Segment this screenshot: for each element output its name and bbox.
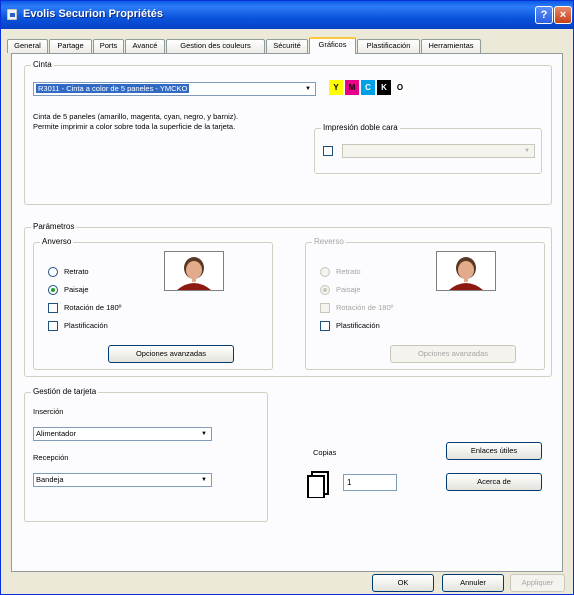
panel-swatch-y: Y [329, 80, 343, 95]
back-retrato-label: Retrato [336, 267, 361, 276]
panel-swatch-m: M [345, 80, 359, 95]
back-preview-image [436, 251, 496, 291]
cinta-legend: Cinta [31, 60, 54, 69]
front-preview-image [164, 251, 224, 291]
anverso-legend: Anverso [40, 237, 74, 246]
recepcion-select[interactable]: Bandeja ▼ [33, 473, 212, 487]
printer-icon [7, 9, 17, 20]
copies-input[interactable]: 1 [343, 474, 397, 491]
back-plastificacion-label: Plastificación [336, 321, 380, 330]
apply-button[interactable]: Appliquer [510, 574, 565, 592]
back-retrato-radio[interactable] [320, 267, 330, 277]
duplex-group: Impresión doble cara ▼ [314, 123, 542, 174]
ok-button[interactable]: OK [372, 574, 434, 592]
help-button[interactable]: ? [535, 6, 553, 24]
front-rotation-checkbox[interactable] [48, 303, 58, 313]
properties-window: Evolis Securion Propriétés ? × General P… [0, 0, 574, 595]
title-bar[interactable]: Evolis Securion Propriétés ? × [1, 1, 573, 29]
ribbon-description-2: Permite imprimir a color sobre toda la s… [33, 122, 236, 131]
ribbon-description-1: Cinta de 5 paneles (amarillo, magenta, c… [33, 112, 239, 121]
insercion-label: Inserción [33, 407, 64, 416]
chevron-down-icon: ▼ [201, 477, 207, 483]
tab-panel: Cinta R3011 - Cinta a color de 5 paneles… [11, 53, 563, 572]
back-rotation-label: Rotación de 180º [336, 303, 394, 312]
duplex-legend: Impresión doble cara [321, 123, 400, 132]
parametros-legend: Parámetros [31, 222, 77, 231]
parametros-group: Parámetros Anverso Retrato Paisaje Rotac… [24, 222, 552, 377]
gestion-legend: Gestión de tarjeta [31, 387, 99, 396]
front-retrato-label: Retrato [64, 267, 89, 276]
front-plastificacion-checkbox[interactable] [48, 321, 58, 331]
chevron-down-icon: ▼ [524, 148, 530, 154]
tab-avance[interactable]: Avancé [125, 39, 165, 53]
chevron-down-icon: ▼ [201, 431, 207, 437]
insercion-select[interactable]: Alimentador ▼ [33, 427, 212, 441]
back-rotation-checkbox[interactable] [320, 303, 330, 313]
copies-icon [307, 471, 329, 498]
duplex-checkbox[interactable] [323, 146, 333, 156]
back-paisaje-label: Paisaje [336, 285, 361, 294]
reverso-legend: Reverso [312, 237, 346, 246]
tab-graficos[interactable]: Gráficos [309, 37, 356, 54]
front-rotation-label: Rotación de 180º [64, 303, 122, 312]
tab-ports[interactable]: Ports [93, 39, 124, 53]
front-plastificacion-label: Plastificación [64, 321, 108, 330]
duplex-select[interactable]: ▼ [342, 144, 535, 158]
front-retrato-radio[interactable] [48, 267, 58, 277]
front-options-button[interactable]: Opciones avanzadas [108, 345, 234, 363]
panel-swatch-c: C [361, 80, 375, 95]
tab-general[interactable]: General [7, 39, 48, 53]
back-paisaje-radio[interactable] [320, 285, 330, 295]
enlaces-button[interactable]: Enlaces útiles [446, 442, 542, 460]
back-plastificacion-checkbox[interactable] [320, 321, 330, 331]
back-options-button[interactable]: Opciones avanzadas [390, 345, 516, 363]
ribbon-select[interactable]: R3011 - Cinta a color de 5 paneles - YMC… [33, 82, 316, 96]
insercion-select-value: Alimentador [36, 429, 77, 438]
gestion-group: Gestión de tarjeta Inserción Alimentador… [24, 387, 268, 522]
tab-gestion-couleurs[interactable]: Gestion des couleurs [166, 39, 265, 53]
window-title: Evolis Securion Propriétés [23, 8, 163, 20]
recepcion-select-value: Bandeja [36, 475, 64, 484]
tab-plastificacion[interactable]: Plastificación [357, 39, 420, 53]
close-button[interactable]: × [554, 6, 572, 24]
panel-swatch-k: K [377, 80, 391, 95]
front-paisaje-radio[interactable] [48, 285, 58, 295]
anverso-group: Anverso Retrato Paisaje Rotación de 180º… [33, 237, 273, 370]
cancel-button[interactable]: Annuler [442, 574, 504, 592]
tab-partage[interactable]: Partage [49, 39, 92, 53]
cinta-group: Cinta R3011 - Cinta a color de 5 paneles… [24, 60, 552, 205]
reverso-group: Reverso Retrato Paisaje Rotación de 180º… [305, 237, 545, 370]
tab-herramientas[interactable]: Herramientas [421, 39, 481, 53]
tab-securite[interactable]: Sécurité [266, 39, 308, 53]
panel-swatch-o: O [393, 80, 407, 95]
acerca-button[interactable]: Acerca de [446, 473, 542, 491]
copias-label: Copias [313, 448, 337, 457]
ribbon-select-value: R3011 - Cinta a color de 5 paneles - YMC… [36, 84, 190, 93]
recepcion-label: Recepción [33, 453, 69, 462]
chevron-down-icon: ▼ [305, 86, 311, 92]
front-paisaje-label: Paisaje [64, 285, 89, 294]
